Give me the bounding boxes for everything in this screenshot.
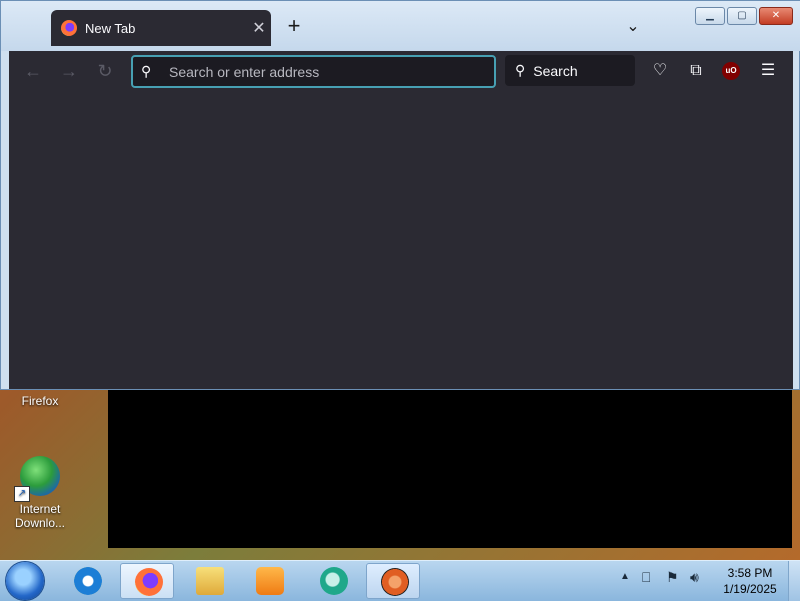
desktop-icon-internet-download-manager[interactable]: ↗ Internet Downlo... [0,456,85,530]
close-window-button[interactable]: ✕ [759,7,793,25]
taskbar-firefox[interactable] [120,563,174,599]
maximize-button[interactable]: ▢ [727,7,757,25]
desktop-icon-label-line1: Internet [19,502,61,516]
idm-icon: ↗ [14,456,60,502]
nav-toolbar: ← → ↻ ⚲ ⚲ Search ♡ ⧉ uO ☰ [9,51,793,91]
desktop-icon-label: Firefox [21,394,59,408]
pocket-icon[interactable]: ♡ [649,60,671,82]
clock-date: 1/19/2025 [723,582,777,596]
shortcut-arrow-icon: ↗ [14,486,30,502]
app-teal-icon [320,567,348,595]
internet-explorer-icon [74,567,102,595]
close-icon[interactable]: ✕ [247,18,271,38]
taskbar-file-explorer[interactable] [182,563,236,599]
address-input[interactable] [167,62,494,81]
start-button[interactable] [6,562,44,600]
firefox-icon [135,568,163,596]
black-window-area [108,390,792,548]
app-q-icon [381,568,409,596]
back-icon[interactable]: ← [23,61,43,81]
system-tray: ▲ ⎕ ⚑ 🔊︎ [618,567,718,595]
address-bar[interactable]: ⚲ [131,55,496,88]
show-desktop-button[interactable] [788,561,800,601]
flag-icon[interactable]: ⚑ [666,569,679,586]
clock-time: 3:58 PM [727,566,773,580]
firefox-icon [61,20,77,36]
search-icon: ⚲ [141,63,152,79]
ublock-icon[interactable]: uO [722,62,740,80]
tab-new-tab[interactable]: New Tab ✕ [51,10,271,46]
menu-icon[interactable]: ☰ [757,60,779,82]
taskbar-app-q[interactable] [366,563,420,599]
tray-expand-icon[interactable]: ▲ [620,571,630,582]
search-bar[interactable]: ⚲ Search [505,55,635,86]
reload-icon[interactable]: ↻ [95,61,115,81]
taskbar: ▲ ⎕ ⚑ 🔊︎ 3:58 PM 1/19/2025 [0,560,800,601]
folder-icon [196,567,224,595]
titlebar: New Tab ✕ + ⌄ ▁ ▢ ✕ [1,1,800,51]
page-content [9,91,793,389]
network-icon[interactable]: ⎕ [642,569,650,586]
volume-icon[interactable]: 🔊︎ [690,569,699,586]
taskbar-app-teal[interactable] [306,563,360,599]
desktop-icon-label-line2: Downlo... [14,516,66,530]
clock[interactable]: 3:58 PM 1/19/2025 [716,565,784,597]
chevron-down-icon[interactable]: ⌄ [623,16,643,36]
media-player-icon [256,567,284,595]
new-tab-button[interactable]: + [283,15,305,37]
tab-title: New Tab [85,20,136,36]
extensions-icon[interactable]: ⧉ [685,60,707,82]
minimize-button[interactable]: ▁ [695,7,725,25]
desktop-icon-firefox[interactable]: Firefox [0,394,85,408]
taskbar-internet-explorer[interactable] [60,563,114,599]
search-bar-label: Search [533,62,578,79]
firefox-window: New Tab ✕ + ⌄ ▁ ▢ ✕ ← → ↻ ⚲ ⚲ Search ♡ ⧉… [0,0,800,390]
forward-icon[interactable]: → [59,61,79,81]
search-icon: ⚲ [515,62,526,78]
taskbar-media-player[interactable] [242,563,296,599]
